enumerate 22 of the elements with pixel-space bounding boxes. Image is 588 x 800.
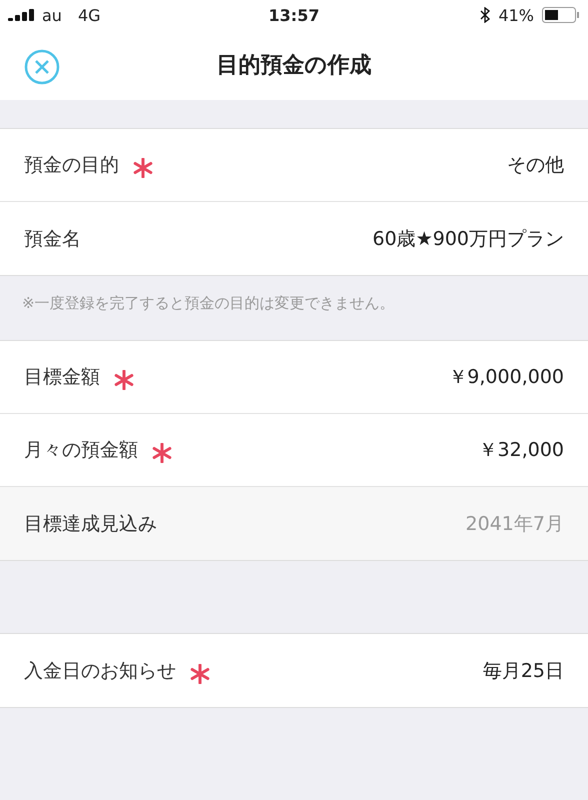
- field-label: 入金日のお知らせ: [24, 658, 176, 684]
- field-label: 預金の目的: [24, 153, 119, 178]
- signal-icon: [8, 9, 34, 21]
- close-button[interactable]: [24, 49, 60, 85]
- field-value: 毎月25日: [482, 658, 564, 684]
- clock: 13:57: [268, 6, 320, 24]
- battery-icon: [542, 7, 580, 23]
- field-value: ￥9,000,000: [448, 365, 564, 390]
- field-label: 月々の預金額: [24, 438, 138, 463]
- network-type: 4G: [78, 6, 101, 24]
- carrier: au: [42, 6, 62, 24]
- field-label: 目標金額: [24, 365, 100, 390]
- field-label: 目標達成見込み: [24, 512, 157, 536]
- field-value: 60歳★900万円プラン: [372, 226, 564, 252]
- field-value: ￥32,000: [478, 438, 564, 463]
- battery-percent: 41%: [498, 6, 534, 24]
- note-text: ※一度登録を完了すると預金の目的は変更できません。: [22, 294, 395, 312]
- screen-title: 目的預金の作成: [216, 52, 372, 80]
- bluetooth-icon: [480, 7, 490, 23]
- field-value: その他: [507, 153, 564, 178]
- field-value: 2041年7月: [466, 512, 564, 536]
- field-label: 預金名: [24, 226, 81, 252]
